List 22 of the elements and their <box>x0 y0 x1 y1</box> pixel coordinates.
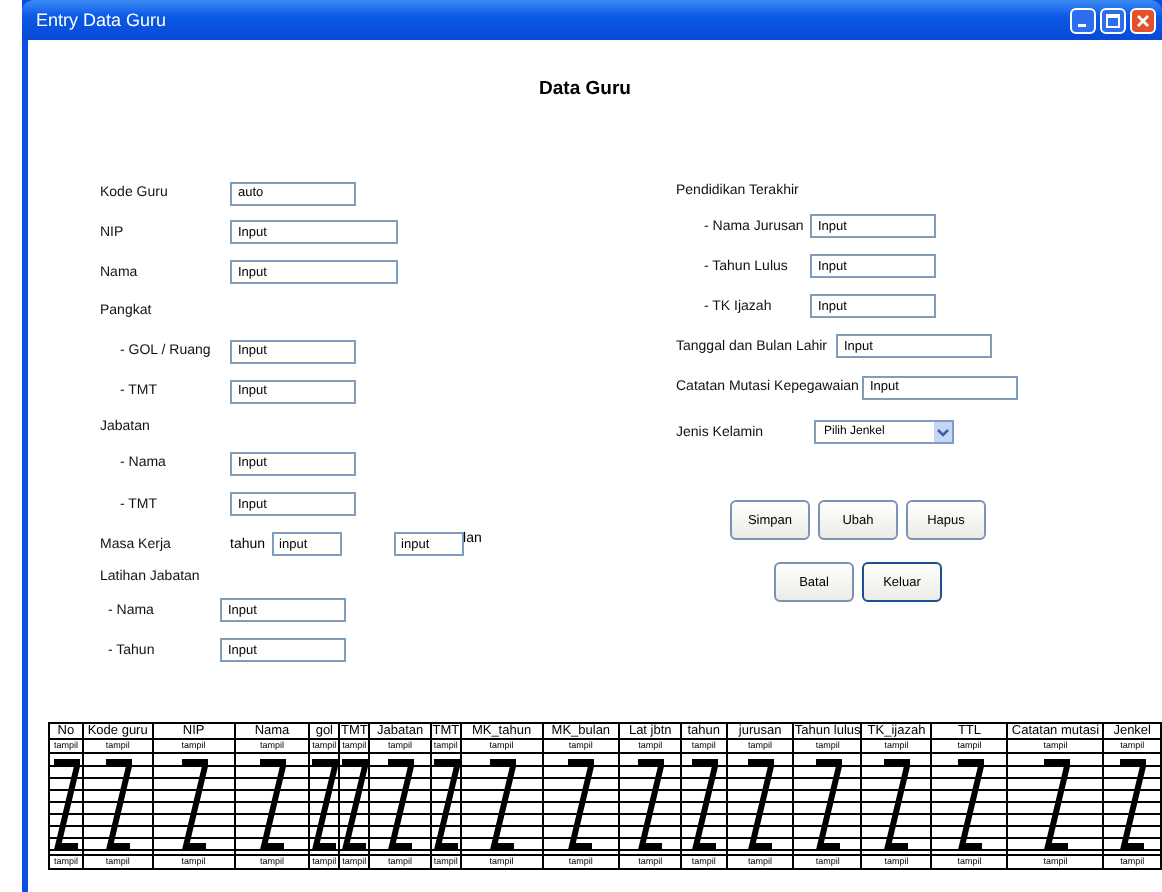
close-icon <box>1136 13 1150 27</box>
zigzag-drawing <box>258 758 286 850</box>
zigzag-drawing <box>1118 758 1147 850</box>
zigzag-drawing <box>487 758 516 850</box>
zigzag-drawing <box>51 758 80 850</box>
close-button[interactable] <box>1130 7 1156 33</box>
zigzag-drawing <box>955 758 984 850</box>
zigzag-drawing <box>566 758 595 850</box>
zigzag-drawing <box>386 758 415 850</box>
form-heading: Data Guru <box>537 78 633 102</box>
zigzag-drawing <box>689 758 718 850</box>
minimize-button[interactable] <box>1070 7 1096 33</box>
window-title: Entry Data Guru <box>36 10 167 30</box>
zigzag-drawing <box>103 758 132 850</box>
maximize-button[interactable] <box>1100 7 1126 33</box>
maximize-icon <box>1106 13 1120 27</box>
zigzag-drawing <box>882 758 911 850</box>
zigzag-drawing <box>636 758 665 850</box>
zigzag-drawing <box>813 758 842 850</box>
zigzag-drawing <box>179 758 208 850</box>
zigzag-drawing <box>1041 758 1070 850</box>
zigzag-drawing <box>746 758 775 850</box>
